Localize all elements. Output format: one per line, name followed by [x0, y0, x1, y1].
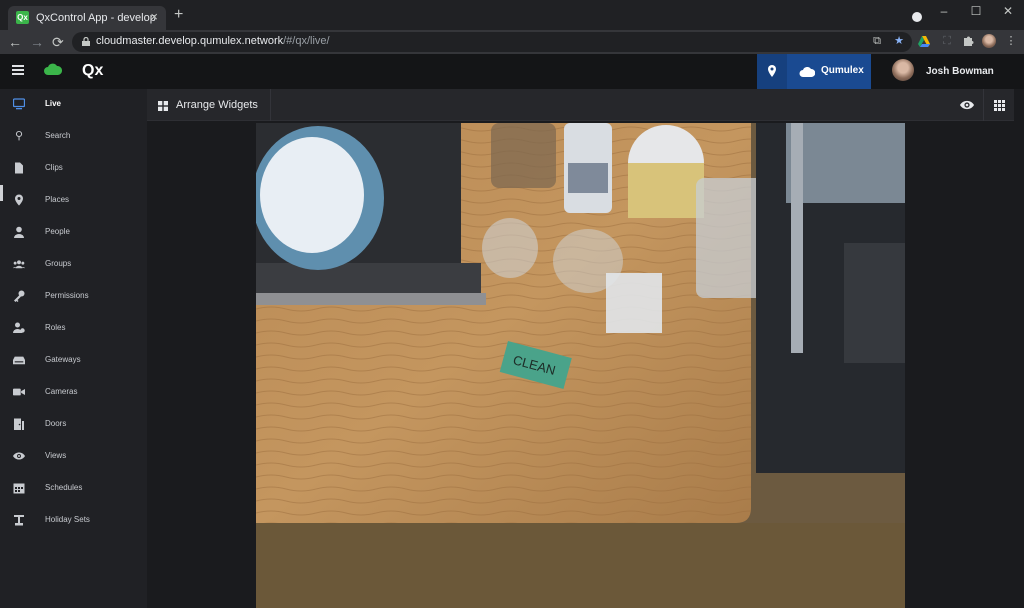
sidebar-item-doors[interactable]: Doors: [0, 409, 147, 441]
camera-feed[interactable]: CLEAN: [256, 123, 905, 608]
app-header: Qx Qumulex: [0, 54, 1024, 89]
group-icon: [13, 260, 25, 269]
user-name[interactable]: Josh Bowman: [926, 66, 994, 77]
monitor-icon: [13, 98, 25, 110]
door-icon: [14, 418, 24, 430]
widget-toolbar: Arrange Widgets: [147, 89, 1014, 121]
new-tab-button[interactable]: +: [174, 7, 183, 23]
sidebar-item-holiday-sets[interactable]: Holiday Sets: [0, 505, 147, 537]
reload-button[interactable]: ⟳: [52, 33, 64, 51]
lock-icon: [82, 37, 90, 46]
url-text: cloudmaster.develop.qumulex.network/#/qx…: [96, 35, 330, 47]
brand-logo: Qx: [82, 62, 104, 79]
screen-capture-icon[interactable]: ⛶: [940, 34, 954, 48]
sidebar-item-label: Views: [45, 451, 67, 460]
file-icon: [15, 162, 23, 174]
back-button[interactable]: ←: [8, 33, 22, 51]
user-avatar[interactable]: [892, 59, 914, 81]
browser-tab[interactable]: Qx QxControl App - develop ×: [8, 6, 166, 30]
minimize-button[interactable]: –: [928, 0, 960, 24]
bookmark-star-icon[interactable]: ★: [892, 34, 906, 48]
view-toggle-button[interactable]: [951, 89, 983, 121]
sidebar-item-label: People: [45, 227, 70, 236]
hamburger-menu-icon[interactable]: [12, 65, 24, 75]
cloud-icon: [799, 67, 815, 77]
sidebar-item-gateways[interactable]: Gateways: [0, 345, 147, 377]
location-label: Qumulex: [821, 65, 864, 76]
holiday-icon: [14, 515, 24, 526]
sidebar-item-label: Schedules: [45, 483, 83, 492]
sidebar-item-label: Places: [45, 195, 70, 204]
eye-icon: [13, 452, 25, 460]
sidebar-item-places[interactable]: Places: [0, 185, 147, 217]
tab-close-icon[interactable]: ×: [150, 9, 158, 24]
tab-title: QxControl App - develop: [36, 12, 156, 24]
address-bar[interactable]: cloudmaster.develop.qumulex.network/#/qx…: [72, 32, 912, 52]
search-icon: ⚲: [14, 130, 24, 142]
sidebar-item-label: Search: [45, 131, 71, 140]
url-host: cloudmaster.develop.qumulex.network: [96, 35, 284, 47]
roles-icon: [13, 322, 25, 333]
grid-layout-button[interactable]: [983, 89, 1014, 121]
maximize-button[interactable]: ☐: [960, 0, 992, 24]
sidebar-item-people[interactable]: People: [0, 217, 147, 249]
sidebar-item-label: Doors: [45, 419, 67, 428]
sidebar-item-label: Cameras: [45, 387, 78, 396]
sidebar-item-label: Gateways: [45, 355, 81, 364]
sidebar-item-label: Roles: [45, 323, 66, 332]
cloud-logo-icon: [44, 63, 62, 75]
sidebar: Live ⚲ Search Clips Places People Groups…: [0, 89, 147, 608]
sidebar-item-roles[interactable]: Roles: [0, 313, 147, 345]
url-path: /#/qx/live/: [283, 35, 330, 47]
widgets-icon: [158, 101, 168, 111]
tab-favicon-icon: Qx: [16, 11, 29, 24]
close-window-button[interactable]: ✕: [992, 0, 1024, 24]
sidebar-item-clips[interactable]: Clips: [0, 153, 147, 185]
key-icon: [14, 290, 25, 302]
pin-icon: [15, 194, 23, 206]
arrange-widgets-button[interactable]: Arrange Widgets: [147, 89, 271, 121]
arrange-widgets-label: Arrange Widgets: [176, 99, 258, 111]
sidebar-item-label: Clips: [45, 163, 63, 172]
calendar-icon: [13, 483, 25, 494]
profile-avatar-icon[interactable]: [982, 34, 996, 48]
sidebar-item-label: Permissions: [45, 291, 89, 300]
extensions-puzzle-icon[interactable]: [961, 34, 975, 48]
person-icon: [14, 226, 24, 238]
sidebar-item-label: Live: [45, 99, 62, 108]
sidebar-item-search[interactable]: ⚲ Search: [0, 121, 147, 153]
location-pin-area: [757, 54, 787, 89]
forward-button[interactable]: →: [30, 33, 44, 51]
open-external-icon[interactable]: ⧉: [870, 34, 884, 48]
grid-icon: [994, 100, 1005, 111]
camera-feed-image: CLEAN: [256, 123, 905, 608]
sidebar-item-views[interactable]: Views: [0, 441, 147, 473]
sidebar-item-cameras[interactable]: Cameras: [0, 377, 147, 409]
location-selector[interactable]: Qumulex: [757, 54, 871, 89]
eye-icon: [960, 100, 974, 110]
gateway-icon: [13, 356, 25, 365]
sidebar-item-permissions[interactable]: Permissions: [0, 281, 147, 313]
browser-tabstrip: Qx QxControl App - develop × + – ☐ ✕: [0, 0, 1024, 30]
browser-toolbar: ← → ⟳ cloudmaster.develop.qumulex.networ…: [0, 30, 1024, 54]
browser-menu-icon[interactable]: ⋮: [1004, 34, 1018, 48]
pin-icon: [768, 65, 776, 77]
camera-icon: [13, 388, 25, 396]
sidebar-item-label: Groups: [45, 259, 72, 268]
sidebar-item-schedules[interactable]: Schedules: [0, 473, 147, 505]
sidebar-item-live[interactable]: Live: [0, 89, 147, 121]
window-controls: – ☐ ✕: [928, 0, 1024, 24]
drive-extension-icon[interactable]: [917, 34, 931, 48]
sidebar-item-label: Holiday Sets: [45, 515, 90, 524]
profile-menu-icon[interactable]: [912, 12, 922, 22]
sidebar-item-groups[interactable]: Groups: [0, 249, 147, 281]
